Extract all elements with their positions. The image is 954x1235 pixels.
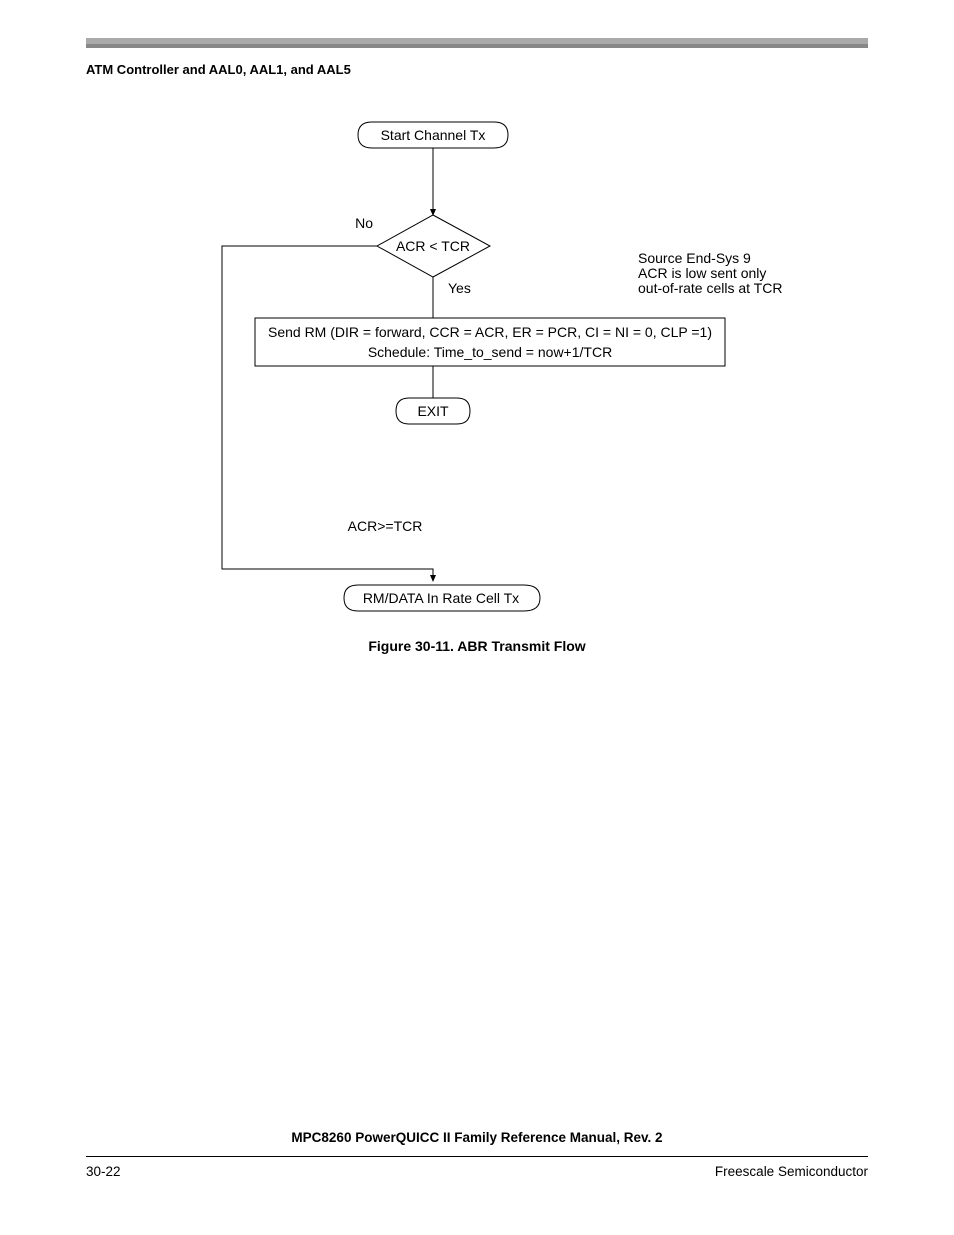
footer-manual-title: MPC8260 PowerQUICC II Family Reference M… <box>0 1130 954 1145</box>
end-node: RM/DATA In Rate Cell Tx <box>344 585 540 611</box>
end-label: RM/DATA In Rate Cell Tx <box>363 590 519 606</box>
decision-node: ACR < TCR <box>377 215 490 277</box>
process-line2: Schedule: Time_to_send = now+1/TCR <box>368 344 612 360</box>
decision-no-label: No <box>355 215 373 231</box>
bypass-label: ACR>=TCR <box>348 518 423 534</box>
footer-rule <box>86 1156 868 1157</box>
decision-yes-label: Yes <box>448 280 471 296</box>
side-note-line2: ACR is low sent only <box>638 265 766 281</box>
exit-node: EXIT <box>396 398 470 424</box>
footer-company: Freescale Semiconductor <box>715 1164 868 1179</box>
side-note: Source End-Sys 9 ACR is low sent only ou… <box>638 250 782 296</box>
side-note-line3: out-of-rate cells at TCR <box>638 280 782 296</box>
decision-label: ACR < TCR <box>396 238 470 254</box>
process-line1: Send RM (DIR = forward, CCR = ACR, ER = … <box>268 324 712 340</box>
header-rule <box>86 38 868 48</box>
side-note-line1: Source End-Sys 9 <box>638 250 751 266</box>
start-node: Start Channel Tx <box>358 122 508 148</box>
section-title: ATM Controller and AAL0, AAL1, and AAL5 <box>86 62 351 77</box>
exit-label: EXIT <box>417 403 449 419</box>
start-label: Start Channel Tx <box>381 127 486 143</box>
page-number: 30-22 <box>86 1164 121 1179</box>
figure-caption: Figure 30-11. ABR Transmit Flow <box>0 638 954 654</box>
flowchart-svg: Start Channel Tx ACR < TCR No Yes Source… <box>0 0 954 1235</box>
process-node: Send RM (DIR = forward, CCR = ACR, ER = … <box>255 318 725 366</box>
